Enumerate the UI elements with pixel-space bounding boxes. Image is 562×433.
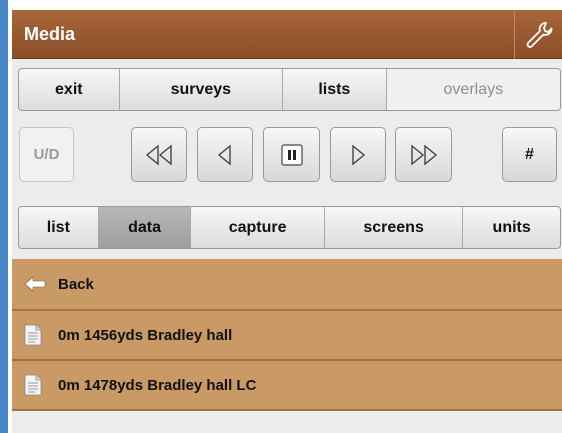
file-list: Back 0m 1456yds Bradley hall 0m 1478yds … — [12, 259, 562, 411]
pause-icon — [280, 143, 303, 166]
back-button[interactable]: Back — [12, 259, 562, 311]
fast-forward-icon — [410, 144, 437, 165]
wrench-icon — [526, 21, 552, 48]
tab-list[interactable]: list — [19, 207, 99, 248]
tab-capture[interactable]: capture — [191, 207, 325, 248]
back-label: Back — [58, 275, 94, 293]
document-icon — [24, 373, 44, 397]
settings-button[interactable] — [514, 10, 562, 59]
nav-lists[interactable]: lists — [283, 69, 387, 110]
up-down-button[interactable]: U/D — [19, 127, 74, 182]
left-edge-strip — [0, 0, 8, 433]
header-bar: Media — [12, 10, 562, 59]
tab-units[interactable]: units — [463, 207, 560, 248]
nav-overlays[interactable]: overlays — [386, 69, 560, 110]
main-nav: exit surveys lists overlays — [18, 68, 561, 111]
fast-rewind-icon — [145, 144, 172, 165]
pause-button[interactable] — [263, 127, 320, 182]
view-tabs: list data capture screens units — [18, 206, 561, 249]
step-forward-button[interactable] — [330, 127, 386, 182]
tab-screens[interactable]: screens — [325, 207, 464, 248]
document-icon — [24, 323, 44, 347]
page-title: Media — [24, 24, 76, 44]
nav-surveys[interactable]: surveys — [120, 69, 284, 110]
file-name: 0m 1456yds Bradley hall — [58, 326, 233, 344]
step-back-button[interactable] — [197, 127, 253, 182]
fast-forward-button[interactable] — [395, 127, 452, 182]
step-back-icon — [217, 144, 231, 165]
file-name: 0m 1478yds Bradley hall LC — [58, 376, 257, 394]
media-panel: Media exit surveys lists overlays U/D # … — [12, 10, 562, 433]
nav-exit[interactable]: exit — [19, 69, 120, 110]
list-item[interactable]: 0m 1478yds Bradley hall LC — [12, 361, 562, 411]
back-arrow-icon — [24, 272, 46, 296]
number-button[interactable]: # — [502, 127, 557, 182]
tab-data[interactable]: data — [98, 207, 192, 248]
fast-rewind-button[interactable] — [131, 127, 187, 182]
list-item[interactable]: 0m 1456yds Bradley hall — [12, 311, 562, 361]
step-forward-icon — [352, 144, 366, 165]
